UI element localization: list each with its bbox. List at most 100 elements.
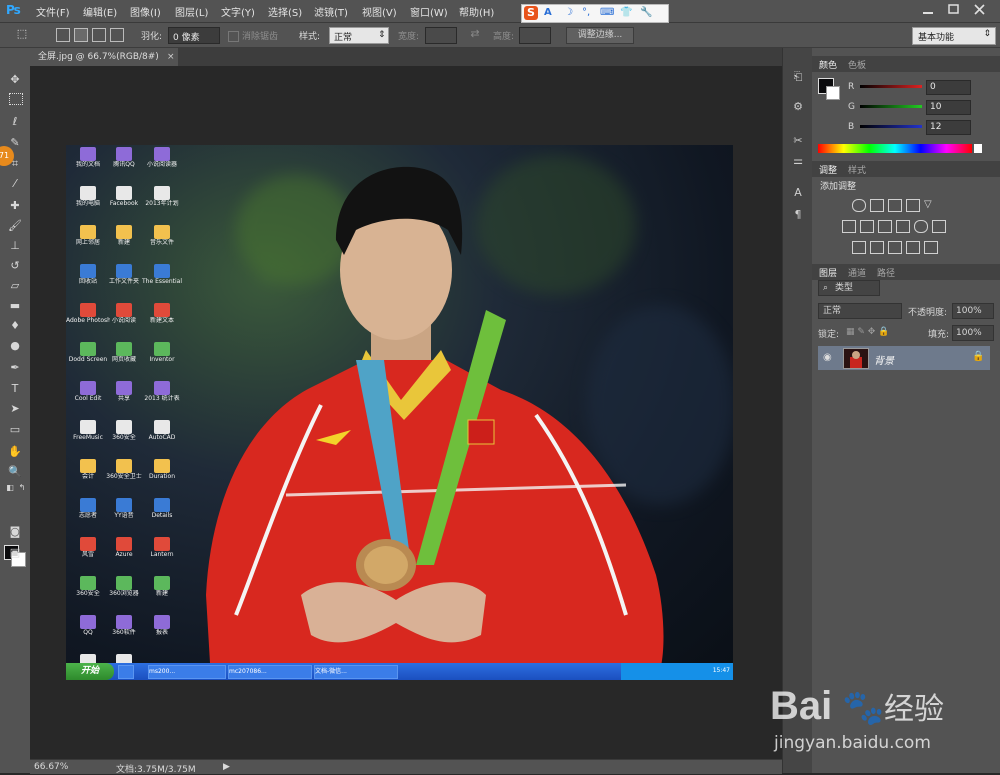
blur-tool-icon[interactable]: ♦ xyxy=(7,318,23,334)
close-tab-icon[interactable]: × xyxy=(167,48,175,66)
marquee-tool-icon[interactable] xyxy=(9,93,23,105)
taskbar-item[interactable]: ms200... xyxy=(148,665,226,679)
history-icon[interactable]: ⎗ xyxy=(791,70,805,84)
brush-preset-icon[interactable]: ✂ xyxy=(791,134,805,148)
lock-icons[interactable]: ▦ ✎ ✥ 🔒 xyxy=(846,327,889,337)
width-input[interactable] xyxy=(425,27,457,44)
black-white-icon[interactable] xyxy=(878,220,892,233)
feather-input[interactable]: 0 像素 xyxy=(168,27,220,44)
path-select-icon[interactable]: ➤ xyxy=(7,401,23,417)
color-lookup-icon[interactable] xyxy=(932,220,946,233)
wrench-icon[interactable]: 🔧 xyxy=(640,7,652,18)
menu-image[interactable]: 图像(I) xyxy=(130,4,161,19)
curves-icon[interactable] xyxy=(888,199,902,212)
tab-adjustments[interactable]: 调整 xyxy=(819,163,837,176)
menu-help[interactable]: 帮助(H) xyxy=(459,4,494,19)
desktop-icon[interactable]: Details xyxy=(140,498,184,519)
new-selection-icon[interactable] xyxy=(56,28,70,42)
color-bg-swatch[interactable] xyxy=(826,86,840,100)
desktop-icon[interactable]: 小说阅读器 xyxy=(140,147,184,168)
actions-icon[interactable]: ⚙ xyxy=(791,100,805,114)
paragraph-icon[interactable]: ¶ xyxy=(791,208,805,222)
style-select[interactable]: 正常 ⇕ xyxy=(329,27,389,44)
desktop-icon[interactable]: Duration xyxy=(140,459,184,480)
status-arrow-icon[interactable]: ▶ xyxy=(223,762,230,772)
desktop-icon[interactable]: 音乐文件 xyxy=(140,225,184,246)
color-spectrum[interactable] xyxy=(818,144,972,153)
screen-mode-icon[interactable]: ▣ xyxy=(7,545,23,561)
hue-saturation-icon[interactable] xyxy=(842,220,856,233)
desktop-icon[interactable]: Inventor xyxy=(140,342,184,363)
layer-name[interactable]: 背景 xyxy=(874,352,894,367)
eraser-tool-icon[interactable]: ▱ xyxy=(7,278,23,294)
system-tray[interactable]: 15:47 xyxy=(621,663,733,680)
g-slider[interactable] xyxy=(860,105,922,108)
height-input[interactable] xyxy=(519,27,551,44)
g-value[interactable]: 10 xyxy=(926,100,971,115)
intersect-selection-icon[interactable] xyxy=(110,28,124,42)
levels-icon[interactable] xyxy=(870,199,884,212)
character-icon[interactable]: A xyxy=(791,186,805,200)
minimize-icon[interactable] xyxy=(917,2,939,18)
taskbar-item[interactable]: 文档-微信... xyxy=(314,665,398,679)
brightness-icon[interactable] xyxy=(852,199,866,212)
tab-swatches[interactable]: 色板 xyxy=(848,58,866,71)
menu-file[interactable]: 文件(F) xyxy=(36,4,70,19)
layer-filter-select[interactable]: ⌕ 类型 xyxy=(818,280,880,296)
pen-tool-icon[interactable]: ✒ xyxy=(7,360,23,376)
r-slider[interactable] xyxy=(860,85,922,88)
rectangle-tool-icon[interactable]: ▭ xyxy=(7,422,23,438)
r-value[interactable]: 0 xyxy=(926,80,971,95)
menu-filter[interactable]: 滤镜(T) xyxy=(314,4,348,19)
desktop-icon[interactable]: 2013 统计表 xyxy=(140,381,184,402)
menu-type[interactable]: 文字(Y) xyxy=(221,4,255,19)
gradient-tool-icon[interactable]: ▬ xyxy=(7,298,23,314)
desktop-icon[interactable]: The Essential xyxy=(140,264,184,285)
tab-layers[interactable]: 图层 xyxy=(819,266,837,279)
color-balance-icon[interactable] xyxy=(860,220,874,233)
menu-select[interactable]: 选择(S) xyxy=(268,4,302,19)
type-tool-icon[interactable]: T xyxy=(7,381,23,397)
channel-mixer-icon[interactable] xyxy=(914,220,928,233)
taskbar-item[interactable]: mc207086... xyxy=(228,665,312,679)
keyboard-icon[interactable]: ⌨ xyxy=(600,7,614,18)
layer-row-background[interactable]: ◉ 背景 🔒 xyxy=(818,346,990,370)
desktop-icon[interactable]: AutoCAD xyxy=(140,420,184,441)
lasso-tool-icon[interactable]: ℓ xyxy=(7,114,23,130)
menu-edit[interactable]: 编辑(E) xyxy=(83,4,117,19)
menu-window[interactable]: 窗口(W) xyxy=(410,4,448,19)
fill-input[interactable]: 100% xyxy=(952,325,994,341)
menu-view[interactable]: 视图(V) xyxy=(362,4,397,19)
sogou-logo[interactable]: S xyxy=(524,6,538,20)
menu-layer[interactable]: 图层(L) xyxy=(175,4,208,19)
tab-paths[interactable]: 路径 xyxy=(877,266,895,279)
brush-tool-icon[interactable]: 🖌 xyxy=(7,218,23,234)
hand-tool-icon[interactable]: ✋ xyxy=(7,444,23,460)
zoom-level[interactable]: 66.67% xyxy=(34,762,68,772)
visibility-eye-icon[interactable]: ◉ xyxy=(823,352,832,363)
marquee-preset-icon[interactable]: ⬚ xyxy=(14,26,30,42)
subtract-selection-icon[interactable] xyxy=(92,28,106,42)
threshold-icon[interactable] xyxy=(888,241,902,254)
desktop-icon[interactable]: Lantern xyxy=(140,537,184,558)
document-tab[interactable]: 全屏.jpg @ 66.7%(RGB/8#) × xyxy=(30,48,178,66)
skin-icon[interactable]: 👕 xyxy=(620,7,632,18)
maximize-icon[interactable] xyxy=(943,2,965,18)
vibrance-icon[interactable]: ▽ xyxy=(924,199,936,210)
b-value[interactable]: 12 xyxy=(926,120,971,135)
close-window-icon[interactable] xyxy=(969,2,991,18)
ime-toolbar[interactable]: S A ☽ °, ⌨ 👕 🔧 xyxy=(521,4,669,23)
swap-dimensions-icon[interactable]: ⇄ xyxy=(467,26,483,42)
eyedropper-icon[interactable]: ⁄ xyxy=(7,176,23,192)
desktop-icon[interactable]: 报表 xyxy=(140,615,184,636)
add-selection-icon[interactable] xyxy=(74,28,88,42)
ime-mode-icon[interactable]: A xyxy=(544,7,552,18)
gradient-map-icon[interactable] xyxy=(906,241,920,254)
start-button[interactable]: 开始 xyxy=(66,663,114,680)
dodge-tool-icon[interactable]: ● xyxy=(7,338,23,354)
opacity-input[interactable]: 100% xyxy=(952,303,994,319)
stamp-tool-icon[interactable]: ⊥ xyxy=(7,238,23,254)
tab-channels[interactable]: 通道 xyxy=(848,266,866,279)
posterize-icon[interactable] xyxy=(870,241,884,254)
desktop-icon[interactable]: 2013年计划 xyxy=(140,186,184,207)
